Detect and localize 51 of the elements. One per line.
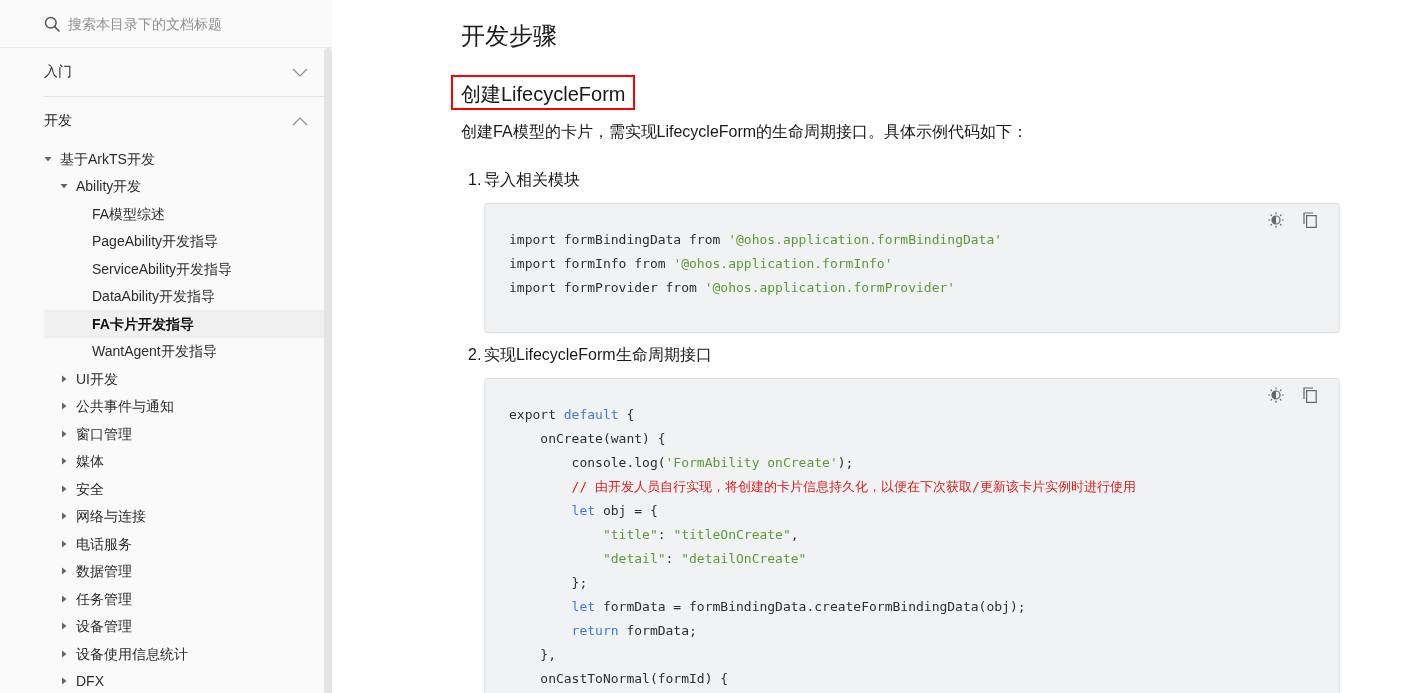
code-line: return formData; — [570, 622, 698, 640]
nav-item[interactable]: 设备管理 — [44, 612, 324, 640]
nav-item[interactable]: FA模型综述 — [44, 200, 324, 228]
nav-item[interactable]: 安全 — [44, 475, 324, 503]
code-line: onCreate(want) { — [539, 430, 667, 448]
code-line: let formData = formBindingData.createFormBindingData(obj); — [570, 598, 1027, 616]
section-header[interactable]: 入门 — [44, 48, 324, 96]
code-line: import formBindingData from '@ohos.application.formBindingData' — [509, 231, 1004, 249]
nav-item[interactable]: PageAbility开发指导 — [44, 227, 324, 255]
code-line: let obj = { — [570, 502, 659, 520]
nav-item[interactable]: Ability开发 — [44, 172, 324, 200]
nav-item[interactable]: 媒体 — [44, 447, 324, 475]
code-line: }; — [570, 574, 589, 592]
nav-item[interactable]: 设备使用信息统计 — [44, 640, 324, 668]
code-line: export default { — [509, 406, 636, 424]
copy-icon[interactable] — [1303, 212, 1317, 228]
nav-item[interactable]: 数据管理 — [44, 557, 324, 585]
contrast-icon[interactable] — [1268, 387, 1284, 403]
nav-item[interactable]: FA卡片开发指导 — [44, 310, 324, 338]
code-line: "title": "titleOnCreate", — [601, 526, 800, 544]
nav-item[interactable]: DataAbility开发指导 — [44, 282, 324, 310]
section-header[interactable]: 开发 — [44, 97, 324, 145]
section-heading: 创建LifecycleForm — [451, 75, 636, 110]
code-line: console.log('FormAbility onCreate'); — [570, 454, 855, 472]
code-line: // 由开发人员自行实现，将创建的卡片信息持久化，以便在下次获取/更新该卡片实例时进行使用 — [570, 478, 1137, 496]
nav-item[interactable]: UI开发 — [44, 365, 324, 393]
nav-item[interactable]: ServiceAbility开发指导 — [44, 255, 324, 283]
code-line: import formProvider from '@ohos.application.formProvider' — [509, 279, 957, 297]
copy-icon[interactable] — [1303, 387, 1317, 403]
search-icon — [44, 15, 60, 32]
step-title: 实现LifecycleForm生命周期接口 — [484, 344, 712, 365]
code-line: "detail": "detailOnCreate" — [601, 550, 808, 568]
nav-item[interactable]: DFX — [44, 667, 324, 693]
nav-item[interactable]: 任务管理 — [44, 585, 324, 613]
code-line: onCastToNormal(formId) { — [539, 670, 730, 688]
nav-item[interactable]: 基于ArkTS开发 — [44, 145, 324, 173]
page-title: 开发步骤 — [461, 21, 558, 51]
intro-text: 创建FA模型的卡片，需实现LifecycleForm的生命周期接口。具体示例代码如下： — [461, 122, 1030, 142]
nav-item[interactable]: WantAgent开发指导 — [44, 337, 324, 365]
code-line: import formInfo from '@ohos.application.formInfo' — [509, 255, 894, 273]
nav-item[interactable]: 网络与连接 — [44, 502, 324, 530]
step-number: 1. — [468, 171, 483, 189]
search-field[interactable]: 搜索本目录下的文档标题 — [68, 15, 308, 32]
nav-item[interactable]: 窗口管理 — [44, 420, 324, 448]
code-line: }, — [539, 646, 557, 664]
nav-item[interactable]: 电话服务 — [44, 530, 324, 558]
nav-item[interactable]: 公共事件与通知 — [44, 392, 324, 420]
contrast-icon[interactable] — [1268, 212, 1284, 228]
step-title: 导入相关模块 — [484, 169, 580, 190]
scrollbar-thumb[interactable] — [324, 48, 332, 693]
step-number: 2. — [468, 346, 483, 364]
